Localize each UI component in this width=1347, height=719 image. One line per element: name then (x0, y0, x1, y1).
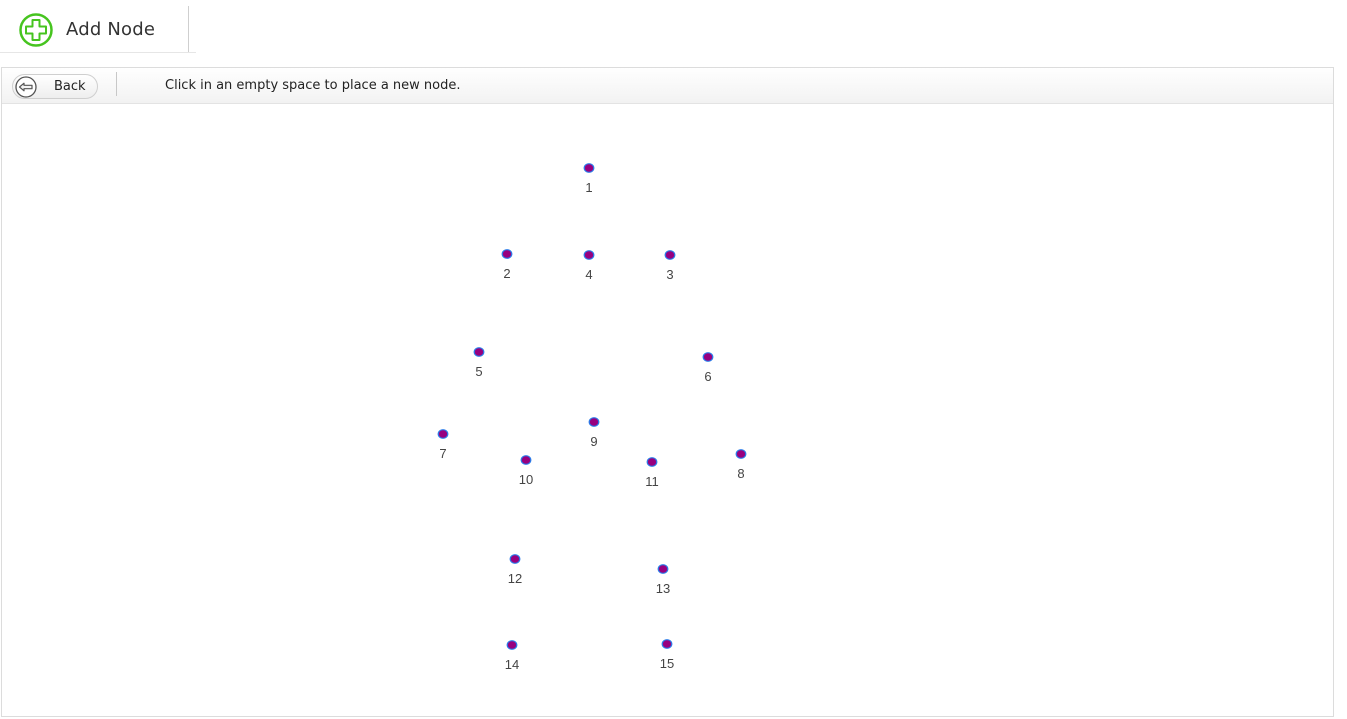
node-label: 13 (656, 581, 670, 596)
node-label: 5 (475, 364, 482, 379)
network-node[interactable]: 8 (735, 449, 747, 481)
node-dot[interactable] (735, 449, 747, 459)
network-node[interactable]: 11 (645, 457, 659, 489)
network-node[interactable]: 4 (583, 250, 595, 282)
node-dot[interactable] (661, 639, 673, 649)
network-editor: Back Click in an empty space to place a … (1, 67, 1334, 717)
node-dot[interactable] (664, 250, 676, 260)
separator (116, 72, 117, 96)
network-node[interactable]: 15 (660, 639, 674, 671)
node-dot[interactable] (509, 554, 521, 564)
node-dot[interactable] (506, 640, 518, 650)
back-label: Back (54, 79, 86, 94)
network-node[interactable]: 6 (702, 352, 714, 384)
node-label: 2 (503, 266, 510, 281)
network-node[interactable]: 10 (519, 455, 533, 487)
network-node[interactable]: 14 (505, 640, 519, 672)
node-label: 6 (704, 369, 711, 384)
node-label: 14 (505, 657, 519, 672)
node-label: 1 (585, 180, 592, 195)
node-label: 8 (737, 466, 744, 481)
network-canvas[interactable]: 12 345 678910 11121314 15 (2, 104, 1333, 716)
network-node[interactable]: 9 (588, 417, 600, 449)
network-node[interactable]: 3 (664, 250, 676, 282)
network-node[interactable]: 13 (656, 564, 670, 596)
node-label: 7 (439, 446, 446, 461)
node-label: 10 (519, 472, 533, 487)
toolbar-divider (0, 52, 196, 53)
node-label: 9 (590, 434, 597, 449)
node-label: 11 (645, 474, 659, 489)
node-dot[interactable] (588, 417, 600, 427)
top-toolbar: Add Node (0, 0, 196, 56)
network-node[interactable]: 2 (501, 249, 513, 281)
node-dot[interactable] (437, 429, 449, 439)
node-dot[interactable] (583, 250, 595, 260)
network-node[interactable]: 5 (473, 347, 485, 379)
add-node-button[interactable]: Add Node (3, 6, 189, 52)
node-dot[interactable] (583, 163, 595, 173)
node-label: 4 (585, 267, 592, 282)
node-dot[interactable] (473, 347, 485, 357)
node-dot[interactable] (657, 564, 669, 574)
instruction-text: Click in an empty space to place a new n… (165, 78, 461, 93)
network-node[interactable]: 1 (583, 163, 595, 195)
plus-circle-icon (19, 13, 53, 47)
network-node[interactable]: 7 (437, 429, 449, 461)
node-label: 15 (660, 656, 674, 671)
node-dot[interactable] (702, 352, 714, 362)
back-button[interactable]: Back (12, 74, 98, 99)
node-dot[interactable] (646, 457, 658, 467)
network-node[interactable]: 12 (508, 554, 522, 586)
node-label: 3 (666, 267, 673, 282)
manipulation-bar: Back Click in an empty space to place a … (2, 68, 1333, 104)
add-node-label: Add Node (66, 19, 156, 40)
node-label: 12 (508, 571, 522, 586)
node-dot[interactable] (501, 249, 513, 259)
back-arrow-icon (15, 76, 37, 98)
node-dot[interactable] (520, 455, 532, 465)
